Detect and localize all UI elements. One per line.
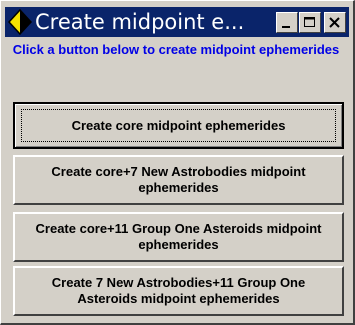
- title-bar[interactable]: Create midpoint e...: [5, 7, 349, 37]
- create-7-plus-11-button[interactable]: Create 7 New Astrobodies+11 Group One As…: [13, 266, 344, 316]
- window-title: Create midpoint e...: [35, 10, 245, 34]
- minimize-icon[interactable]: [276, 11, 298, 33]
- yellow-diamond-icon: [8, 9, 32, 35]
- create-core-button-label: Create core midpoint ephemerides: [21, 109, 336, 142]
- maximize-icon[interactable]: [299, 11, 321, 33]
- create-core-plus-11-button[interactable]: Create core+11 Group One Asteroids midpo…: [13, 212, 344, 262]
- create-core-plus-7-button[interactable]: Create core+7 New Astrobodies midpoint e…: [13, 155, 344, 205]
- create-core-plus-11-button-label: Create core+11 Group One Asteroids midpo…: [35, 221, 322, 252]
- caption-buttons: [275, 11, 346, 33]
- close-icon[interactable]: [324, 11, 346, 33]
- create-7-plus-11-button-label: Create 7 New Astrobodies+11 Group One As…: [51, 275, 306, 306]
- dialog-window: Create midpoint e... Click a button belo…: [0, 0, 355, 325]
- create-core-plus-7-button-label: Create core+7 New Astrobodies midpoint e…: [51, 164, 306, 195]
- create-core-button[interactable]: Create core midpoint ephemerides: [13, 102, 344, 149]
- instruction-text: Click a button below to create midpoint …: [12, 42, 340, 57]
